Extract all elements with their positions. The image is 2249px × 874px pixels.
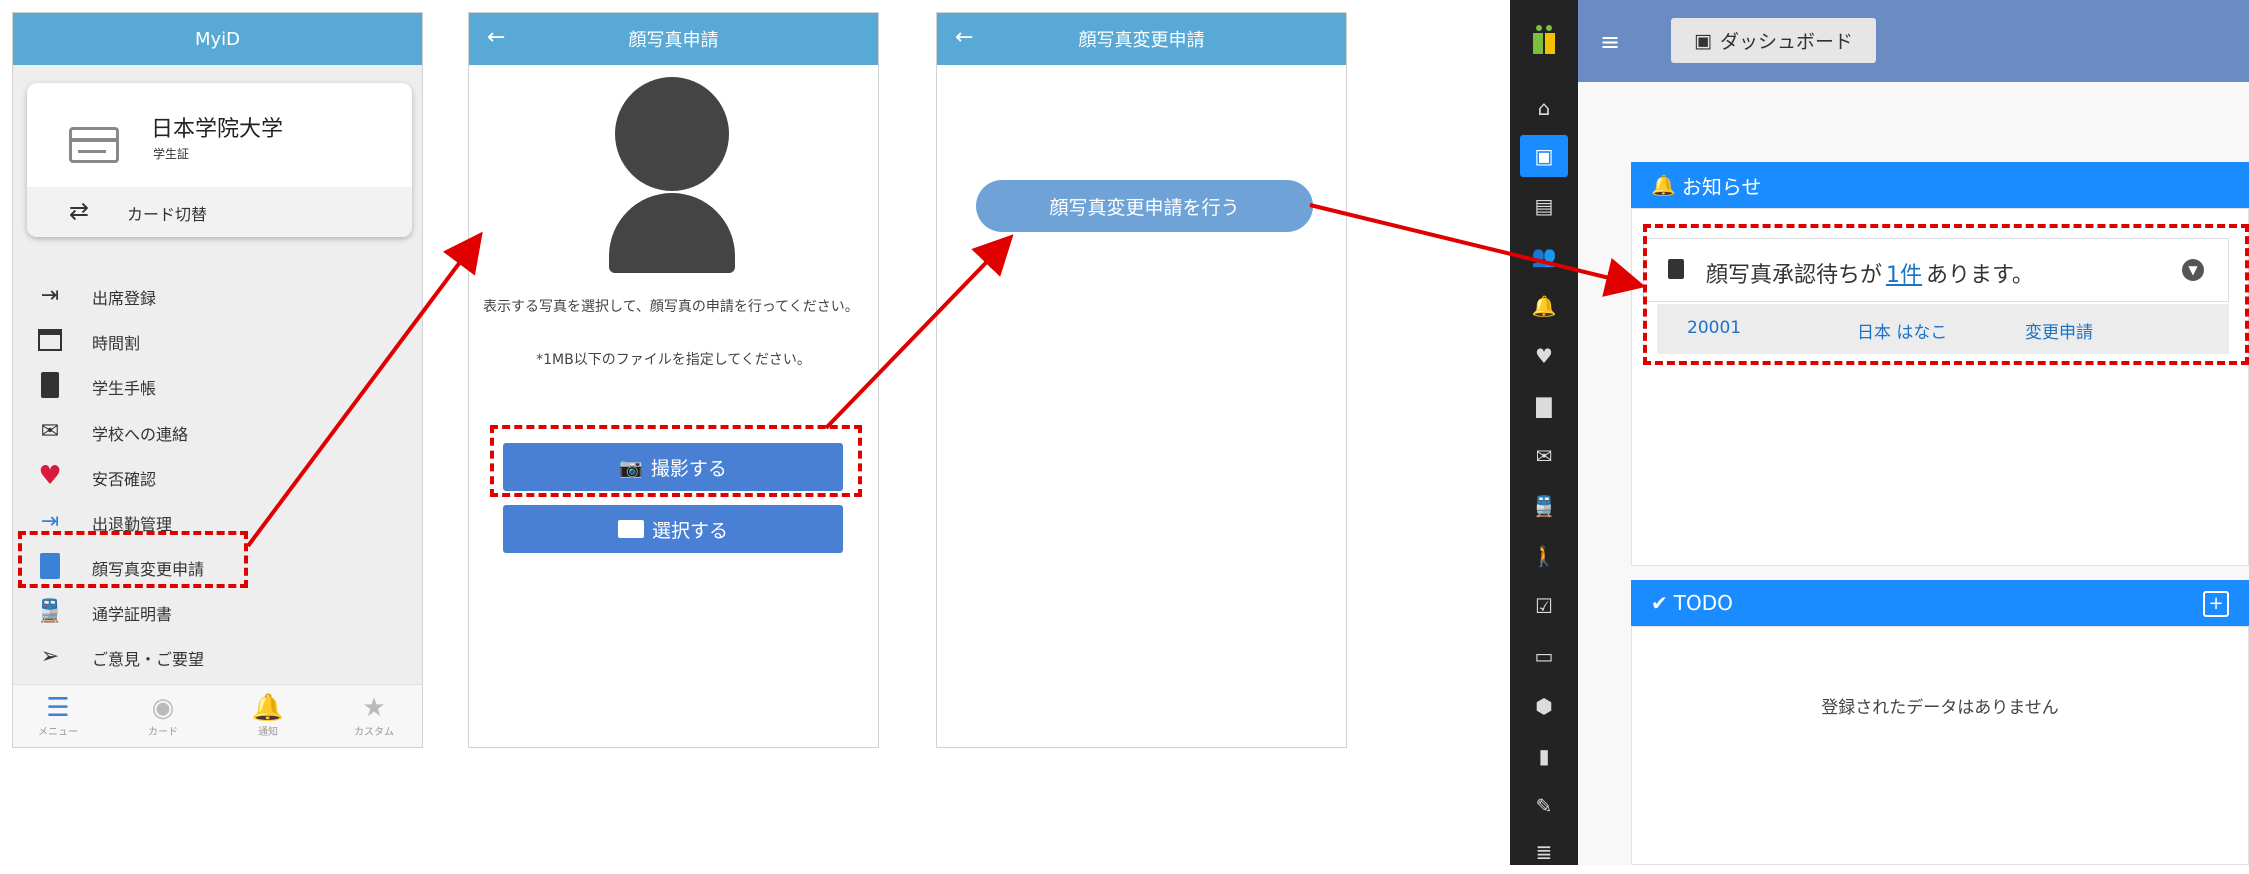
flow-arrows [246, 203, 1646, 548]
arrow-menu-to-request [246, 231, 483, 548]
arrow-change-to-dashboard [1309, 203, 1646, 297]
arrow-request-to-change [824, 234, 1014, 430]
